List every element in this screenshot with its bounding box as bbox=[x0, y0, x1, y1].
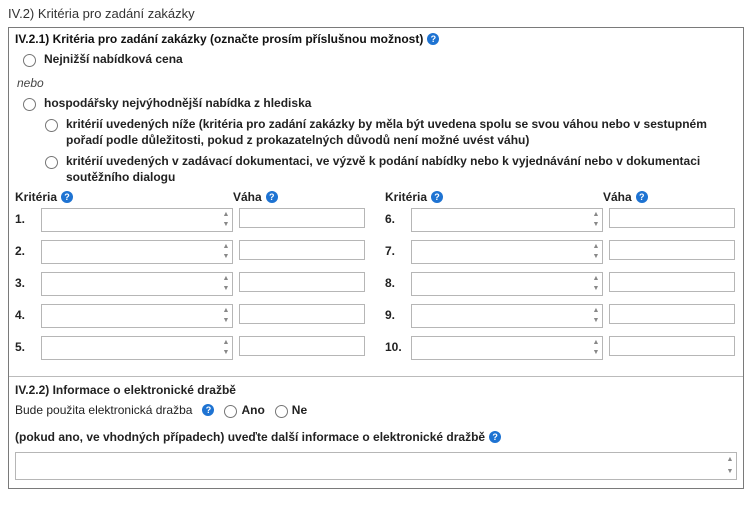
spinner-icon[interactable]: ▲▼ bbox=[591, 242, 601, 262]
col-head-left: Kritéria ? Váha ? bbox=[15, 190, 367, 204]
radio-criteria-below-label: kritérií uvedených níže (kritéria pro za… bbox=[66, 117, 737, 148]
criteria-num: 2. bbox=[15, 240, 35, 258]
spinner-icon[interactable]: ▲▼ bbox=[591, 306, 601, 326]
criteria-row-3: 3. ▲▼ bbox=[15, 272, 367, 296]
radio-criteria-docs[interactable] bbox=[45, 156, 58, 169]
criteria-input-8[interactable] bbox=[411, 272, 603, 296]
criteria-num: 3. bbox=[15, 272, 35, 290]
radio-row-criteria-below: kritérií uvedených níže (kritéria pro za… bbox=[9, 115, 743, 152]
criteria-num: 1. bbox=[15, 208, 35, 226]
criteria-input-7[interactable] bbox=[411, 240, 603, 264]
spinner-icon[interactable]: ▲▼ bbox=[221, 242, 231, 262]
criteria-num: 10. bbox=[385, 336, 405, 354]
criteria-input-6[interactable] bbox=[411, 208, 603, 232]
radio-economic-label: hospodářsky nejvýhodnější nabídka z hled… bbox=[44, 96, 311, 112]
criteria-input-9[interactable] bbox=[411, 304, 603, 328]
help-icon[interactable]: ? bbox=[636, 191, 648, 203]
weight-input-4[interactable] bbox=[239, 304, 365, 324]
criteria-row-8: 8. ▲▼ bbox=[385, 272, 737, 296]
col-head-right: Kritéria ? Váha ? bbox=[385, 190, 737, 204]
weight-input-7[interactable] bbox=[609, 240, 735, 260]
criteria-input-1[interactable] bbox=[41, 208, 233, 232]
criteria-row-1: 1. ▲▼ bbox=[15, 208, 367, 232]
criteria-num: 8. bbox=[385, 272, 405, 290]
help-icon[interactable]: ? bbox=[202, 404, 214, 416]
ed-prompt: (pokud ano, ve vhodných případech) uveďt… bbox=[9, 426, 743, 450]
weight-input-6[interactable] bbox=[609, 208, 735, 228]
radio-ed-yes[interactable] bbox=[224, 405, 237, 418]
criteria-row-10: 10. ▲▼ bbox=[385, 336, 737, 360]
ed-row: Bude použita elektronická dražba ? Ano N… bbox=[9, 401, 743, 426]
spinner-icon[interactable]: ▲▼ bbox=[221, 306, 231, 326]
radio-lowest-price[interactable] bbox=[23, 54, 36, 67]
ed-question-label: Bude použita elektronická dražba bbox=[15, 403, 192, 417]
spinner-icon[interactable]: ▲▼ bbox=[221, 210, 231, 230]
ed-details-input[interactable] bbox=[15, 452, 737, 480]
radio-economic[interactable] bbox=[23, 98, 36, 111]
radio-ed-yes-label: Ano bbox=[241, 403, 264, 417]
criteria-row-7: 7. ▲▼ bbox=[385, 240, 737, 264]
subsection-iv21-header: IV.2.1) Kritéria pro zadání zakázky (ozn… bbox=[9, 28, 743, 50]
col-weight-label: Váha bbox=[603, 190, 632, 204]
radio-ed-no[interactable] bbox=[275, 405, 288, 418]
weight-input-3[interactable] bbox=[239, 272, 365, 292]
radio-ed-no-label: Ne bbox=[292, 403, 307, 417]
weight-input-8[interactable] bbox=[609, 272, 735, 292]
weight-input-9[interactable] bbox=[609, 304, 735, 324]
criteria-num: 9. bbox=[385, 304, 405, 322]
criteria-row-5: 5. ▲▼ bbox=[15, 336, 367, 360]
radio-row-lowest-price: Nejnižší nabídková cena bbox=[9, 50, 743, 72]
spinner-icon[interactable]: ▲▼ bbox=[591, 210, 601, 230]
radio-row-criteria-docs: kritérií uvedených v zadávací dokumentac… bbox=[9, 152, 743, 189]
spinner-icon[interactable]: ▲▼ bbox=[221, 338, 231, 358]
spinner-icon[interactable]: ▲▼ bbox=[591, 274, 601, 294]
criteria-input-10[interactable] bbox=[411, 336, 603, 360]
criteria-row-2: 2. ▲▼ bbox=[15, 240, 367, 264]
criteria-col-left: Kritéria ? Váha ? 1. ▲▼ 2. ▲▼ 3. ▲▼ 4. ▲… bbox=[15, 190, 367, 368]
criteria-row-9: 9. ▲▼ bbox=[385, 304, 737, 328]
subsection-iv22-header: IV.2.2) Informace o elektronické dražbě bbox=[9, 376, 743, 401]
weight-input-5[interactable] bbox=[239, 336, 365, 356]
criteria-input-2[interactable] bbox=[41, 240, 233, 264]
criteria-grid: Kritéria ? Váha ? 1. ▲▼ 2. ▲▼ 3. ▲▼ 4. ▲… bbox=[9, 190, 743, 376]
spinner-icon[interactable]: ▲▼ bbox=[591, 338, 601, 358]
radio-lowest-price-label: Nejnižší nabídková cena bbox=[44, 52, 183, 68]
help-icon[interactable]: ? bbox=[427, 33, 439, 45]
help-icon[interactable]: ? bbox=[266, 191, 278, 203]
radio-criteria-below[interactable] bbox=[45, 119, 58, 132]
criteria-num: 4. bbox=[15, 304, 35, 322]
or-label: nebo bbox=[9, 72, 743, 94]
criteria-num: 5. bbox=[15, 336, 35, 354]
criteria-row-4: 4. ▲▼ bbox=[15, 304, 367, 328]
weight-input-1[interactable] bbox=[239, 208, 365, 228]
col-criteria-label: Kritéria bbox=[385, 190, 427, 204]
panel-iv2: IV.2.1) Kritéria pro zadání zakázky (ozn… bbox=[8, 27, 744, 489]
criteria-num: 6. bbox=[385, 208, 405, 226]
help-icon[interactable]: ? bbox=[61, 191, 73, 203]
weight-input-2[interactable] bbox=[239, 240, 365, 260]
spinner-icon[interactable]: ▲▼ bbox=[221, 274, 231, 294]
subsection-iv21-title: IV.2.1) Kritéria pro zadání zakázky (ozn… bbox=[15, 32, 423, 46]
radio-criteria-docs-label: kritérií uvedených v zadávací dokumentac… bbox=[66, 154, 737, 185]
radio-row-economic: hospodářsky nejvýhodnější nabídka z hled… bbox=[9, 94, 743, 116]
criteria-input-3[interactable] bbox=[41, 272, 233, 296]
criteria-num: 7. bbox=[385, 240, 405, 258]
spinner-icon[interactable]: ▲▼ bbox=[725, 454, 735, 478]
criteria-row-6: 6. ▲▼ bbox=[385, 208, 737, 232]
criteria-input-5[interactable] bbox=[41, 336, 233, 360]
weight-input-10[interactable] bbox=[609, 336, 735, 356]
section-title: IV.2) Kritéria pro zadání zakázky bbox=[8, 6, 744, 21]
help-icon[interactable]: ? bbox=[489, 431, 501, 443]
ed-prompt-label: (pokud ano, ve vhodných případech) uveďt… bbox=[15, 430, 485, 444]
help-icon[interactable]: ? bbox=[431, 191, 443, 203]
col-weight-label: Váha bbox=[233, 190, 262, 204]
criteria-col-right: Kritéria ? Váha ? 6. ▲▼ 7. ▲▼ 8. ▲▼ 9. ▲… bbox=[385, 190, 737, 368]
criteria-input-4[interactable] bbox=[41, 304, 233, 328]
col-criteria-label: Kritéria bbox=[15, 190, 57, 204]
